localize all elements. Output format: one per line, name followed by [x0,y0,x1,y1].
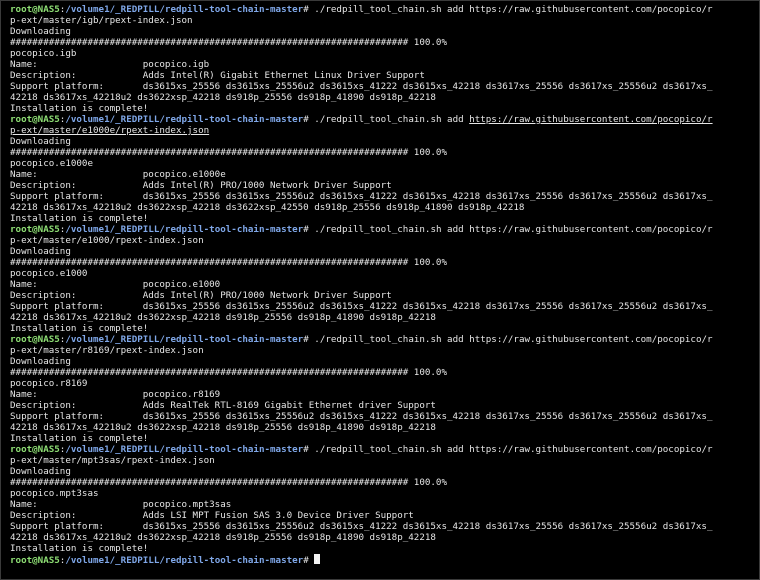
command-line: root@NAS5:/volume1/_REDPILL/redpill-tool… [10,224,759,235]
package-description: Description: Adds Intel(R) PRO/1000 Netw… [10,290,392,301]
support-platform: Support platform: ds3615xs_25556 ds3615x… [10,521,713,532]
prompt-user: root@NAS5 [10,555,60,565]
prompt-path: /volume1/_REDPILL/redpill-tool-chain-mas… [65,224,304,235]
command-text: ./redpill_tool_chain.sh add https://raw.… [308,334,713,345]
support-platform: Support platform: ds3615xs_25556 ds3615x… [10,191,713,202]
install-complete: Installation is complete! [10,543,149,554]
download-progress: ########################################… [10,367,447,378]
download-progress: ########################################… [10,477,447,488]
prompt-user: root@NAS5 [10,444,60,455]
downloading-text: Downloading [10,136,71,147]
url-link[interactable]: https://raw.githubusercontent.com/pocopi… [469,114,712,125]
package-id: pocopico.mpt3sas [10,488,99,499]
downloading-text: Downloading [10,466,71,477]
command-line: root@NAS5:/volume1/_REDPILL/redpill-tool… [10,4,759,15]
package-id: pocopico.r8169 [10,378,88,389]
package-description: Description: Adds LSI MPT Fusion SAS 3.0… [10,510,414,521]
install-complete: Installation is complete! [10,213,149,224]
install-complete: Installation is complete! [10,103,149,114]
prompt-user: root@NAS5 [10,114,60,125]
command-continuation: p-ext/master/r8169/rpext-index.json [10,345,204,356]
prompt-user: root@NAS5 [10,224,60,235]
install-complete: Installation is complete! [10,433,149,444]
support-platform-continued: 42218 ds3617xs_42218u2 ds3622xsp_42218 d… [10,312,436,323]
install-complete: Installation is complete! [10,323,149,334]
support-platform-continued: 42218 ds3617xs_42218u2 ds3622xsp_42218 d… [10,202,525,213]
package-name: Name: pocopico.r8169 [10,389,221,400]
command-text: ./redpill_tool_chain.sh add https://raw.… [308,4,713,15]
downloading-text: Downloading [10,26,71,37]
command-continuation: p-ext/master/igb/rpext-index.json [10,15,193,26]
package-description: Description: Adds Intel(R) Gigabit Ether… [10,70,425,81]
support-platform: Support platform: ds3615xs_25556 ds3615x… [10,411,713,422]
prompt-path: /volume1/_REDPILL/redpill-tool-chain-mas… [65,555,304,565]
command-continuation: p-ext/master/mpt3sas/rpext-index.json [10,455,215,466]
prompt-path: /volume1/_REDPILL/redpill-tool-chain-mas… [65,114,304,125]
package-name: Name: pocopico.mpt3sas [10,499,232,510]
command-text: ./redpill_tool_chain.sh add [308,114,470,125]
package-description: Description: Adds Intel(R) PRO/1000 Netw… [10,180,392,191]
command-line: root@NAS5:/volume1/_REDPILL/redpill-tool… [10,334,759,345]
command-text: ./redpill_tool_chain.sh add https://raw.… [308,224,713,235]
package-id: pocopico.igb [10,48,77,59]
support-platform: Support platform: ds3615xs_25556 ds3615x… [10,301,713,312]
package-description: Description: Adds RealTek RTL-8169 Gigab… [10,400,436,411]
support-platform-continued: 42218 ds3617xs_42218u2 ds3622xsp_42218 d… [10,532,436,543]
download-progress: ########################################… [10,147,447,158]
prompt-user: root@NAS5 [10,334,60,345]
package-name: Name: pocopico.igb [10,59,210,70]
url-link-continued[interactable]: p-ext/master/e1000e/rpext-index.json [10,125,209,136]
package-id: pocopico.e1000 [10,268,88,279]
terminal-window[interactable]: root@NAS5:/volume1/_REDPILL/redpill-tool… [0,0,760,580]
package-name: Name: pocopico.e1000e [10,169,226,180]
download-progress: ########################################… [10,257,447,268]
command-continuation: p-ext/master/e1000/rpext-index.json [10,235,204,246]
active-prompt-line[interactable]: root@NAS5:/volume1/_REDPILL/redpill-tool… [10,554,759,565]
command-line: root@NAS5:/volume1/_REDPILL/redpill-tool… [10,444,759,455]
prompt-path: /volume1/_REDPILL/redpill-tool-chain-mas… [65,444,304,455]
download-progress: ########################################… [10,37,447,48]
support-platform-continued: 42218 ds3617xs_42218u2 ds3622xsp_42218 d… [10,92,436,103]
command-line: root@NAS5:/volume1/_REDPILL/redpill-tool… [10,114,759,125]
command-continuation: p-ext/master/e1000e/rpext-index.json [10,125,759,136]
prompt-path: /volume1/_REDPILL/redpill-tool-chain-mas… [65,334,304,345]
prompt-path: /volume1/_REDPILL/redpill-tool-chain-mas… [65,4,304,15]
support-platform-continued: 42218 ds3617xs_42218u2 ds3622xsp_42218 d… [10,422,436,433]
support-platform: Support platform: ds3615xs_25556 ds3615x… [10,81,713,92]
downloading-text: Downloading [10,246,71,257]
prompt-user: root@NAS5 [10,4,60,15]
downloading-text: Downloading [10,356,71,367]
package-id: pocopico.e1000e [10,158,93,169]
cursor-block [314,554,321,564]
package-name: Name: pocopico.e1000 [10,279,221,290]
command-text: ./redpill_tool_chain.sh add https://raw.… [308,444,713,455]
